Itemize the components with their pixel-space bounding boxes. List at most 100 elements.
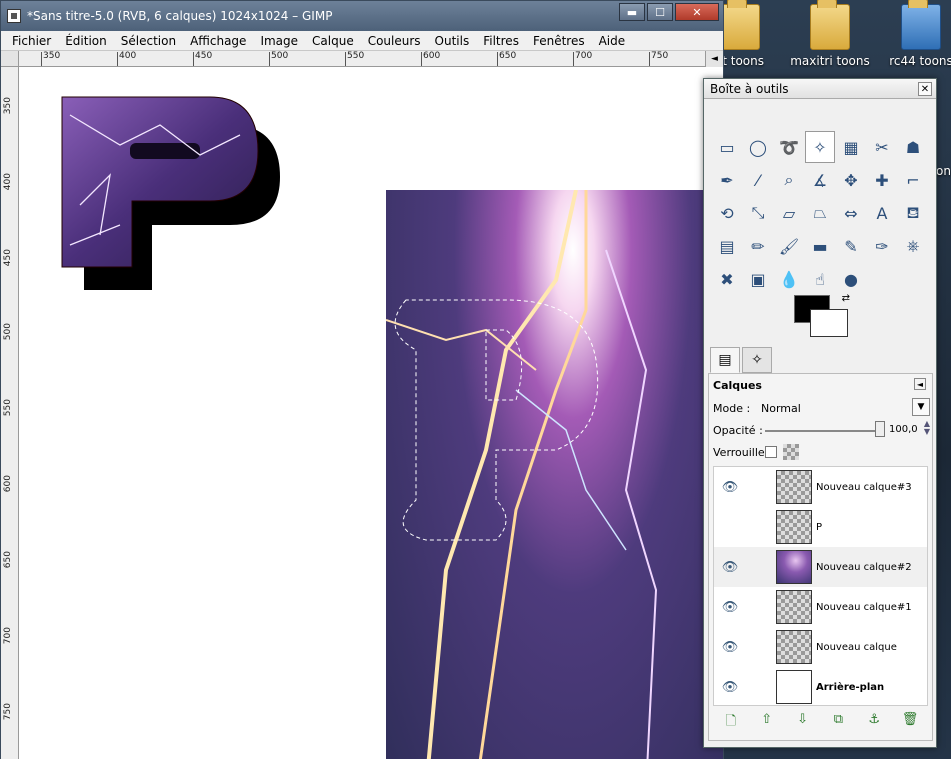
- navigate-icon[interactable]: ◄: [705, 51, 723, 67]
- menu-selection[interactable]: Sélection: [114, 34, 183, 48]
- opacity-slider-handle[interactable]: [875, 421, 885, 437]
- duplicate-layer-icon[interactable]: ⧉: [828, 712, 848, 734]
- visibility-eye-icon[interactable]: 👁: [718, 640, 742, 655]
- layer-thumbnail: [776, 590, 812, 624]
- visibility-eye-icon[interactable]: 👁: [718, 480, 742, 495]
- opacity-value[interactable]: 100,0: [889, 424, 918, 435]
- layer-row[interactable]: 👁 Arrière-plan: [714, 667, 927, 707]
- image-canvas[interactable]: [20, 68, 723, 759]
- horizontal-ruler[interactable]: 350 400 450 500 550 600 650 700 750: [19, 51, 723, 67]
- color-select-icon[interactable]: ▦: [836, 131, 866, 163]
- flip-icon[interactable]: ⇔: [836, 197, 866, 229]
- fuzzy-select-icon[interactable]: ✧: [805, 131, 835, 163]
- menu-couleurs[interactable]: Couleurs: [361, 34, 428, 48]
- menu-calque[interactable]: Calque: [305, 34, 361, 48]
- toolbox-titlebar[interactable]: Boîte à outils: [704, 79, 936, 99]
- text-icon[interactable]: A: [867, 197, 897, 229]
- menu-image[interactable]: Image: [253, 34, 305, 48]
- menu-filtres[interactable]: Filtres: [476, 34, 526, 48]
- scissors-icon[interactable]: ✂: [867, 131, 897, 163]
- tab-layers[interactable]: ▤: [710, 347, 740, 373]
- menu-edition[interactable]: Édition: [58, 34, 114, 48]
- move-icon[interactable]: ✥: [836, 164, 866, 196]
- blend-icon[interactable]: ▤: [712, 230, 742, 262]
- ruler-label: 600: [3, 475, 13, 493]
- layers-tab-icon: ▤: [718, 352, 732, 368]
- mode-dropdown-icon[interactable]: ▼: [912, 398, 930, 416]
- clone-icon[interactable]: ⎈: [898, 230, 928, 262]
- menu-fichier[interactable]: Fichier: [5, 34, 58, 48]
- mode-select-value[interactable]: Normal: [761, 402, 801, 415]
- blur-icon[interactable]: 💧: [774, 263, 804, 295]
- raise-layer-icon[interactable]: ⇧: [757, 712, 777, 734]
- background-color-swatch[interactable]: [810, 309, 848, 337]
- paintbrush-icon[interactable]: 🖌: [774, 230, 804, 262]
- menu-outils[interactable]: Outils: [428, 34, 477, 48]
- align-icon[interactable]: ✚: [867, 164, 897, 196]
- perspective-clone-icon[interactable]: ▣: [743, 263, 773, 295]
- rotate-icon[interactable]: ⟲: [712, 197, 742, 229]
- visibility-eye-icon[interactable]: 👁: [718, 560, 742, 575]
- desktop-icon-label: rc44 toons: [889, 54, 951, 68]
- airbrush-icon[interactable]: ✎: [836, 230, 866, 262]
- lock-alpha-icon[interactable]: [783, 444, 799, 460]
- quick-mask-corner[interactable]: [1, 51, 19, 67]
- menu-affichage[interactable]: Affichage: [183, 34, 253, 48]
- foreground-select-icon[interactable]: ☗: [898, 131, 928, 163]
- maximize-button[interactable]: ☐: [647, 3, 673, 21]
- close-button[interactable]: ✕: [675, 3, 719, 21]
- desktop-folder-rc44-toons[interactable]: rc44 toons: [881, 0, 951, 68]
- lower-layer-icon[interactable]: ⇩: [793, 712, 813, 734]
- ruler-tick: [497, 52, 498, 66]
- heal-icon[interactable]: ✖: [712, 263, 742, 295]
- toolbox-title: Boîte à outils: [710, 81, 789, 96]
- minimize-button[interactable]: ▬: [619, 3, 645, 21]
- smudge-icon[interactable]: ☝: [805, 263, 835, 295]
- bucket-fill-icon[interactable]: ⛾: [898, 197, 928, 229]
- tab-tool-options[interactable]: ✧: [742, 347, 772, 373]
- color-picker-icon[interactable]: ⁄: [743, 164, 773, 196]
- lasso-icon[interactable]: ➰: [774, 131, 804, 163]
- anchor-layer-icon[interactable]: ⚓: [864, 712, 884, 734]
- zoom-icon[interactable]: ⌕: [774, 164, 804, 196]
- lock-pixels-checkbox[interactable]: [765, 446, 777, 458]
- visibility-eye-icon[interactable]: 👁: [718, 680, 742, 695]
- opacity-slider[interactable]: [765, 430, 883, 432]
- measure-icon[interactable]: ∡: [805, 164, 835, 196]
- p-logo-graphic: [61, 96, 280, 290]
- new-layer-icon[interactable]: 🗋: [721, 712, 741, 734]
- ruler-label: 750: [651, 51, 669, 61]
- window-titlebar[interactable]: *Sans titre-5.0 (RVB, 6 calques) 1024x10…: [1, 1, 723, 31]
- menu-aide[interactable]: Aide: [592, 34, 633, 48]
- layer-row[interactable]: P: [714, 507, 927, 547]
- opacity-spin-icon[interactable]: ▲ ▼: [924, 420, 930, 436]
- vertical-ruler[interactable]: 350 400 450 500 550 600 650 700 750: [1, 67, 19, 759]
- panel-menu-icon[interactable]: ◄: [914, 378, 926, 390]
- ink-icon[interactable]: ✑: [867, 230, 897, 262]
- mode-label: Mode :: [713, 402, 751, 415]
- ruler-tick: [117, 52, 118, 66]
- shear-icon[interactable]: ▱: [774, 197, 804, 229]
- scale-icon[interactable]: ⤡: [743, 197, 773, 229]
- layer-row[interactable]: 👁 Nouveau calque: [714, 627, 927, 667]
- visibility-eye-icon[interactable]: 👁: [718, 600, 742, 615]
- eraser-icon[interactable]: ▬: [805, 230, 835, 262]
- window-title: *Sans titre-5.0 (RVB, 6 calques) 1024x10…: [27, 9, 333, 23]
- layer-row-selected[interactable]: 👁 Nouveau calque#2: [714, 547, 927, 587]
- ellipse-select-icon[interactable]: ◯: [743, 131, 773, 163]
- layer-row[interactable]: 👁 Nouveau calque#3: [714, 467, 927, 507]
- perspective-icon[interactable]: ⏢: [805, 197, 835, 229]
- rect-select-icon[interactable]: ▭: [712, 131, 742, 163]
- paths-icon[interactable]: ✒: [712, 164, 742, 196]
- toolbox-close-button[interactable]: ✕: [918, 82, 932, 96]
- pencil-icon[interactable]: ✏: [743, 230, 773, 262]
- layer-name: Nouveau calque#1: [816, 601, 912, 613]
- layer-row[interactable]: 👁 Nouveau calque#1: [714, 587, 927, 627]
- crop-icon[interactable]: ⌐: [898, 164, 928, 196]
- swap-colors-icon[interactable]: ⇄: [842, 293, 850, 304]
- desktop-folder-maxitri-toons[interactable]: maxitri toons: [790, 0, 870, 68]
- delete-layer-icon[interactable]: 🗑: [900, 712, 920, 734]
- dodge-burn-icon[interactable]: ●: [836, 263, 866, 295]
- menu-fenetres[interactable]: Fenêtres: [526, 34, 592, 48]
- ruler-tick: [41, 52, 42, 66]
